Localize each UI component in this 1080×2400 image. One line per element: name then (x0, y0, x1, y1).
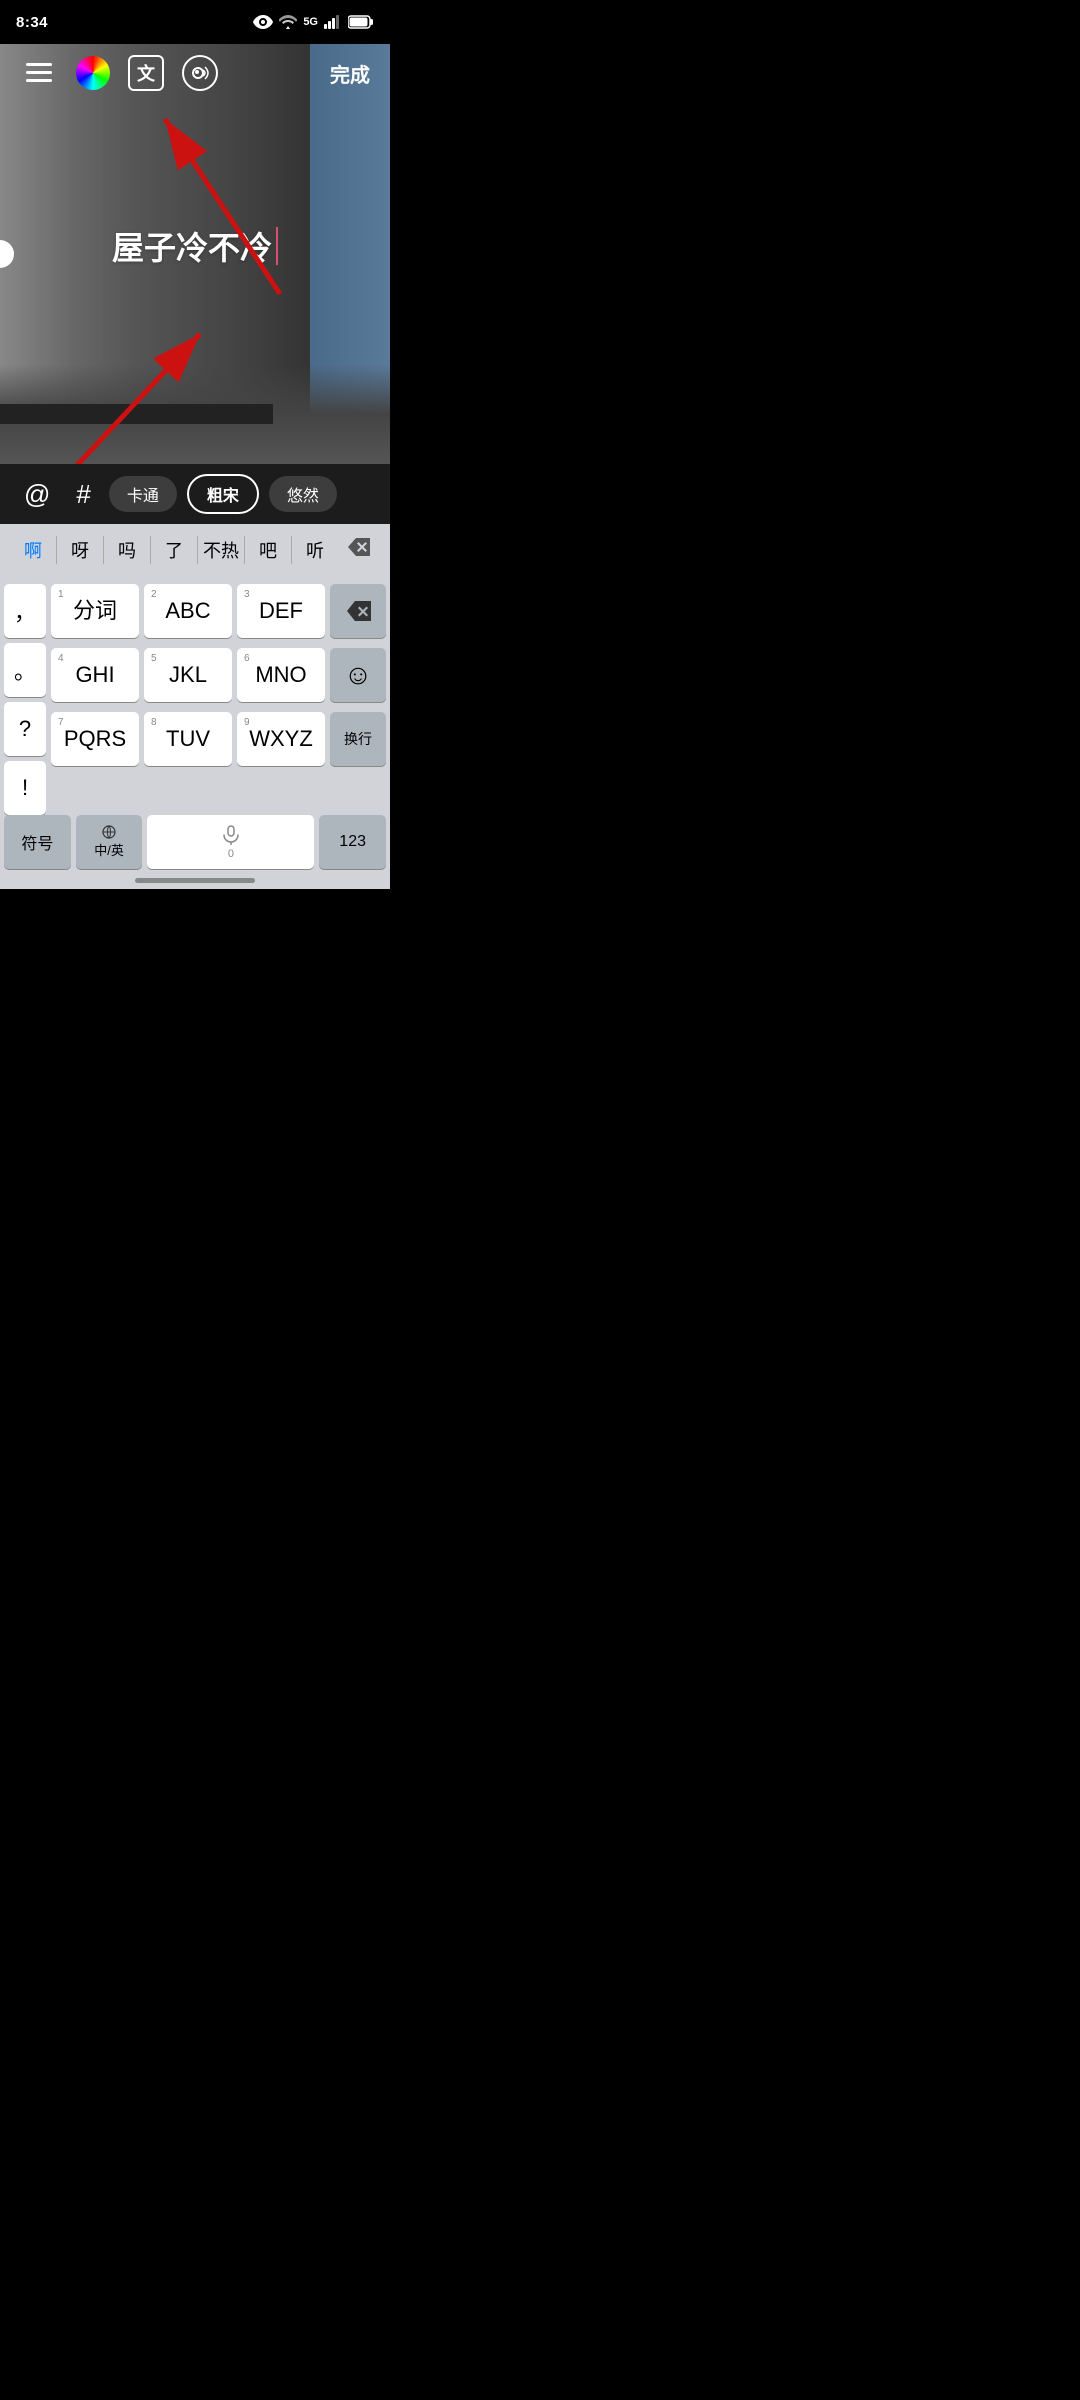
pred-word-1[interactable]: 呀 (57, 529, 103, 571)
done-button[interactable]: 完成 (330, 59, 370, 88)
eye-icon (253, 15, 273, 29)
punct-exclaim[interactable]: ! (4, 761, 46, 815)
keyboard: ， 。 ? ! 1 分词 2 ABC 3 DEF (0, 576, 390, 889)
status-bar: 8:34 5G (0, 0, 390, 44)
key-1-fenci[interactable]: 1 分词 (51, 584, 139, 638)
key-6-mno[interactable]: 6 MNO (237, 648, 325, 702)
camera-view: 文 完成 屋子冷不冷 (0, 44, 390, 464)
menu-icon[interactable] (20, 54, 58, 92)
key-5-jkl[interactable]: 5 JKL (144, 648, 232, 702)
home-indicator (135, 878, 255, 883)
font-youran[interactable]: 悠然 (269, 476, 337, 512)
wifi-icon (279, 15, 297, 29)
signal-icon (324, 15, 342, 29)
key-4-ghi[interactable]: 4 GHI (51, 648, 139, 702)
kb-row-3: 7 PQRS 8 TUV 9 WXYZ 换行 (51, 712, 386, 766)
pred-word-3[interactable]: 了 (151, 529, 197, 571)
delete-key[interactable] (330, 584, 386, 638)
symbol-key[interactable]: 符号 (4, 815, 71, 869)
font-style-bar: @ # 卡通 粗宋 悠然 (0, 464, 390, 524)
main-keys-grid: 1 分词 2 ABC 3 DEF (51, 584, 386, 815)
punct-question[interactable]: ? (4, 702, 46, 756)
punct-period[interactable]: 。 (4, 643, 46, 697)
color-wheel-icon[interactable] (76, 56, 110, 90)
space-key[interactable]: 0 (147, 815, 314, 869)
pred-word-0[interactable]: 啊 (10, 529, 56, 571)
arrow-upper (150, 104, 290, 309)
kb-bottom-row: 符号 中/英 0 123 (4, 815, 386, 869)
emoji-key[interactable]: ☺ (330, 648, 386, 702)
punctuation-column: ， 。 ? ! (4, 584, 46, 815)
pred-word-2[interactable]: 吗 (104, 529, 150, 571)
chinese-english-key[interactable]: 中/英 (76, 815, 143, 869)
font-cusong[interactable]: 粗宋 (187, 474, 259, 514)
pred-word-4[interactable]: 不热 (198, 529, 244, 571)
arrow-lower (40, 324, 240, 464)
kb-row-1: 1 分词 2 ABC 3 DEF (51, 584, 386, 638)
punct-comma[interactable]: ， (4, 584, 46, 638)
kb-row-2: 4 GHI 5 JKL 6 MNO ☺ (51, 648, 386, 702)
key-2-abc[interactable]: 2 ABC (144, 584, 232, 638)
number-key[interactable]: 123 (319, 815, 386, 869)
top-toolbar: 文 完成 (0, 54, 390, 92)
key-8-tuv[interactable]: 8 TUV (144, 712, 232, 766)
status-icons: 5G (253, 15, 374, 29)
key-9-wxyz[interactable]: 9 WXYZ (237, 712, 325, 766)
key-7-pqrs[interactable]: 7 PQRS (51, 712, 139, 766)
newline-key-side[interactable]: 换行 (330, 712, 386, 766)
battery-icon (348, 15, 374, 29)
predictive-bar: 啊 呀 吗 了 不热 吧 听 (0, 524, 390, 576)
voice-to-text-icon[interactable] (182, 55, 218, 91)
key-3-def[interactable]: 3 DEF (237, 584, 325, 638)
pred-word-5[interactable]: 吧 (245, 529, 291, 571)
at-symbol[interactable]: @ (16, 479, 58, 510)
toolbar-left: 文 (20, 54, 218, 92)
status-time: 8:34 (16, 14, 48, 31)
delete-pred-button[interactable] (338, 530, 380, 570)
home-indicator-area (4, 877, 386, 885)
globe-icon (102, 825, 116, 839)
text-style-icon[interactable]: 文 (128, 55, 164, 91)
microphone-icon (220, 824, 242, 846)
backspace-icon (345, 601, 371, 621)
font-cartoon[interactable]: 卡通 (109, 476, 177, 512)
main-key-area: ， 。 ? ! 1 分词 2 ABC 3 DEF (4, 584, 386, 815)
signal-badge: 5G (303, 16, 318, 28)
hash-symbol[interactable]: # (68, 479, 98, 510)
pred-word-6[interactable]: 听 (292, 529, 338, 571)
